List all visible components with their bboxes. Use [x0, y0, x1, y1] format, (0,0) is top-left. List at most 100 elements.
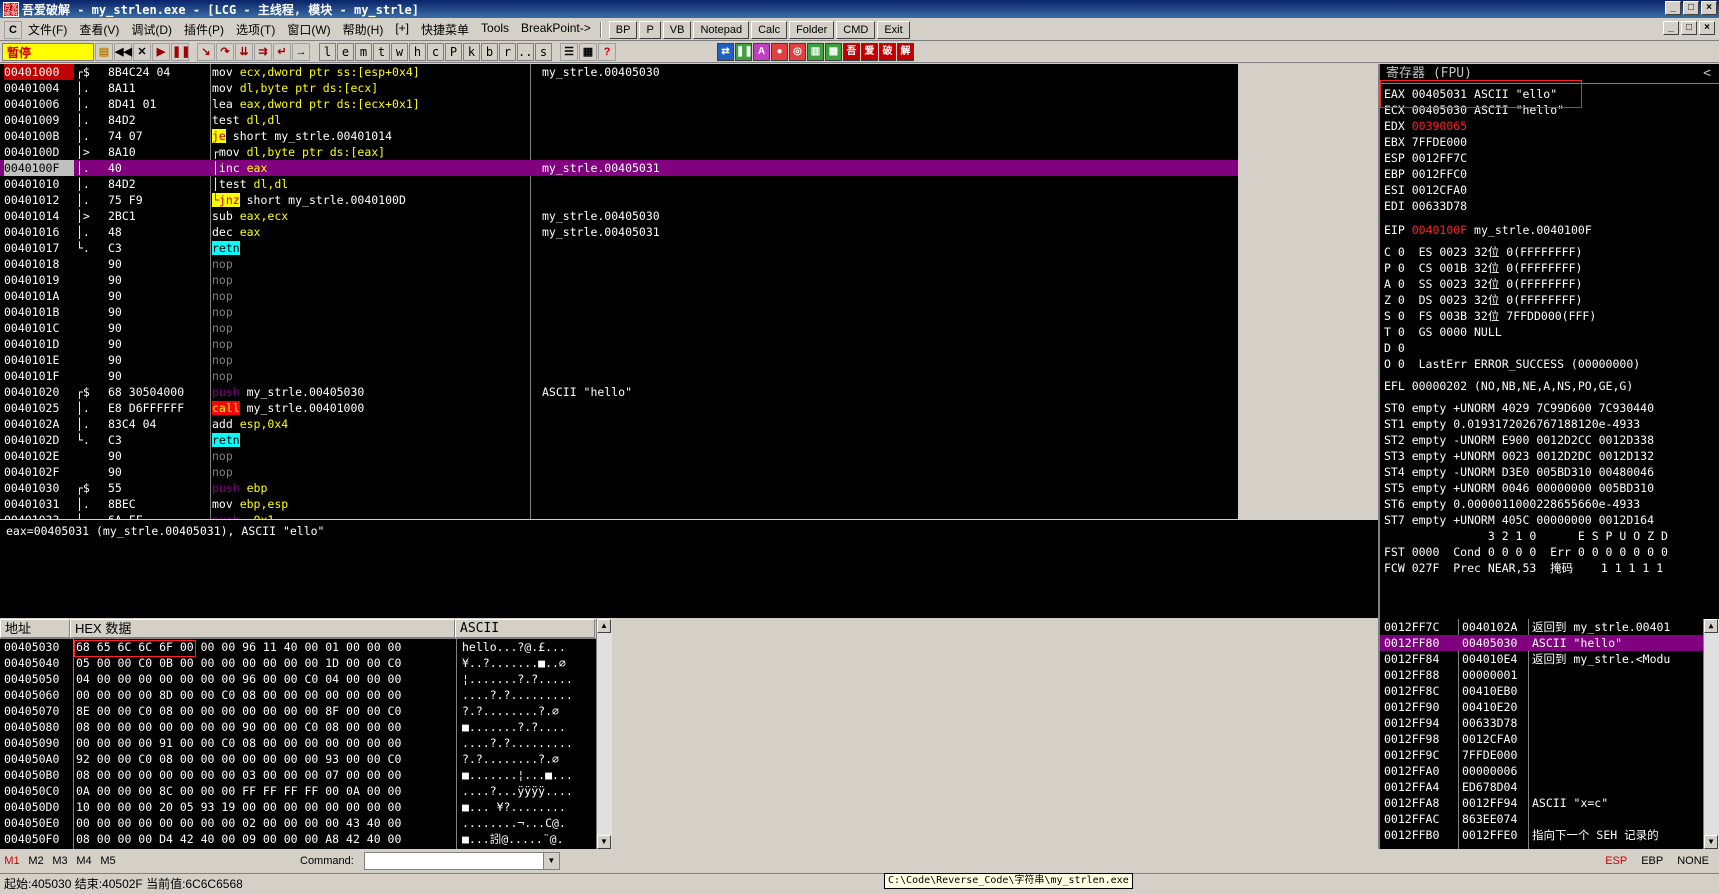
- flag-row[interactable]: O 0 LastErr ERROR_SUCCESS (00000000): [1380, 356, 1719, 372]
- register-esp[interactable]: ESP 0012FF7C: [1380, 150, 1719, 166]
- memory-tab[interactable]: M4: [72, 855, 96, 867]
- run-icon[interactable]: ▶: [152, 42, 170, 61]
- dump-col-hex[interactable]: HEX 数据: [70, 619, 455, 638]
- disasm-row[interactable]: 00401010 │. 84D2 │test dl,dl: [0, 176, 1238, 192]
- dump-row[interactable]: 004050D0 10 00 00 00 20 05 93 19 00 00 00…: [0, 799, 596, 815]
- plugin-icon-6[interactable]: ▥: [807, 42, 824, 61]
- stack-follow-tab[interactable]: ESP: [1605, 855, 1627, 867]
- fpu-row[interactable]: ST5 empty +UNORM 0046 00000000 005BD310: [1380, 480, 1719, 496]
- memory-tab[interactable]: M3: [48, 855, 72, 867]
- stack-row[interactable]: 0012FFA8 0012FF94 ASCII "x=c": [1380, 795, 1719, 811]
- register-value[interactable]: 00633D78: [1412, 199, 1467, 213]
- window-letter-button[interactable]: b: [481, 42, 498, 61]
- window-letter-button[interactable]: m: [355, 42, 372, 61]
- pause-icon[interactable]: ❚❚: [171, 42, 190, 61]
- restart-icon[interactable]: ◀◀: [114, 42, 132, 61]
- execute-till-return-icon[interactable]: ↵: [273, 42, 291, 61]
- stack-row[interactable]: 0012FF7C 0040102A 返回到 my_strle.00401: [1380, 619, 1719, 635]
- register-edi[interactable]: EDI 00633D78: [1380, 198, 1719, 214]
- dump-pane[interactable]: 00405030 68 65 6C 6C 6F 00 00 00 96 11 40…: [0, 639, 596, 849]
- stack-row[interactable]: 0012FF98 0012CFA0: [1380, 731, 1719, 747]
- options-icon[interactable]: ▦: [579, 42, 597, 61]
- window-letter-button[interactable]: s: [535, 42, 552, 61]
- dump-row[interactable]: 00405080 08 00 00 00 00 00 00 00 90 00 00…: [0, 719, 596, 735]
- child-maximize-button[interactable]: □: [1681, 21, 1697, 35]
- flag-row[interactable]: C 0 ES 0023 32位 0(FFFFFFFF): [1380, 244, 1719, 260]
- disassembly-pane[interactable]: 00401000 ┌$ 8B4C24 04 mov ecx,dword ptr ss:…: [0, 64, 1238, 519]
- disasm-row[interactable]: 00401016 │. 48 dec eax my_strle.00405031: [0, 224, 1238, 240]
- window-letter-button[interactable]: l: [319, 42, 336, 61]
- disasm-row[interactable]: 00401031 │. 8BEC mov ebp,esp: [0, 496, 1238, 512]
- plugin-icon-8[interactable]: 吾: [843, 42, 860, 61]
- register-value[interactable]: 0012FFC0: [1412, 167, 1467, 181]
- plugin-icon-7[interactable]: ▦: [825, 42, 842, 61]
- dropdown-arrow-icon[interactable]: ▼: [542, 853, 559, 869]
- trace-into-icon[interactable]: ⇊: [235, 42, 253, 61]
- register-ebx[interactable]: EBX 7FFDE000: [1380, 134, 1719, 150]
- fpu-row[interactable]: ST1 empty 0.0193172026767188120e-4933: [1380, 416, 1719, 432]
- register-value[interactable]: 00390065: [1412, 119, 1467, 133]
- collapse-icon[interactable]: <: [1703, 64, 1711, 83]
- disasm-row[interactable]: 00401030 ┌$ 55 push ebp: [0, 480, 1238, 496]
- fpu-row[interactable]: 3 2 1 0 E S P U O Z D: [1380, 528, 1719, 544]
- dump-row[interactable]: 004050F0 08 00 00 00 D4 42 40 00 09 00 00…: [0, 831, 596, 847]
- flag-row[interactable]: A 0 SS 0023 32位 0(FFFFFFFF): [1380, 276, 1719, 292]
- menu-item[interactable]: 选项(T): [230, 21, 281, 38]
- stack-follow-tab[interactable]: EBP: [1641, 855, 1663, 867]
- disasm-row[interactable]: 0040100F │. 40 │inc eax my_strle.00405031: [0, 160, 1238, 176]
- menu-item[interactable]: 调试(D): [125, 21, 178, 38]
- register-value[interactable]: 7FFDE000: [1412, 135, 1467, 149]
- quick-button[interactable]: CMD: [836, 20, 876, 39]
- dump-row[interactable]: 00405060 00 00 00 00 8D 00 00 C0 08 00 00…: [0, 687, 596, 703]
- trace-over-icon[interactable]: ⇉: [254, 42, 272, 61]
- dump-row[interactable]: 00405040 05 00 00 C0 0B 00 00 00 00 00 00…: [0, 655, 596, 671]
- window-letter-button[interactable]: r: [499, 42, 516, 61]
- disasm-row[interactable]: 0040101D 90 nop: [0, 336, 1238, 352]
- fpu-row[interactable]: ST7 empty +UNORM 405C 00000000 0012D164: [1380, 512, 1719, 528]
- disasm-row[interactable]: 00401018 90 nop: [0, 256, 1238, 272]
- window-letter-button[interactable]: w: [391, 42, 408, 61]
- dump-col-ascii[interactable]: ASCII: [455, 619, 595, 638]
- quick-button[interactable]: VB: [662, 20, 692, 39]
- cpu-window-icon[interactable]: C: [4, 20, 22, 39]
- open-icon[interactable]: ▤: [95, 42, 113, 61]
- disasm-row[interactable]: 00401000 ┌$ 8B4C24 04 mov ecx,dword ptr ss:…: [0, 64, 1238, 80]
- close-program-icon[interactable]: ✕: [133, 42, 151, 61]
- menu-item[interactable]: Tools: [475, 21, 515, 38]
- memory-tab[interactable]: M5: [96, 855, 120, 867]
- disasm-row[interactable]: 0040101B 90 nop: [0, 304, 1238, 320]
- plugin-icon-3[interactable]: A: [753, 42, 770, 61]
- efl-register[interactable]: EFL 00000202 (NO,NB,NE,A,NS,PO,GE,G): [1380, 378, 1719, 394]
- maximize-button[interactable]: □: [1683, 1, 1699, 15]
- disasm-row[interactable]: 00401004 │. 8A11 mov dl,byte ptr ds:[ecx]: [0, 80, 1238, 96]
- window-letter-button[interactable]: P: [445, 42, 462, 61]
- plugin-icon-10[interactable]: 破: [879, 42, 896, 61]
- plugin-icon-9[interactable]: 爱: [861, 42, 878, 61]
- flag-row[interactable]: D 0: [1380, 340, 1719, 356]
- window-letter-button[interactable]: t: [373, 42, 390, 61]
- register-ebp[interactable]: EBP 0012FFC0: [1380, 166, 1719, 182]
- stack-row[interactable]: 0012FFAC 863EE074: [1380, 811, 1719, 827]
- disasm-row[interactable]: 0040101A 90 nop: [0, 288, 1238, 304]
- disasm-row[interactable]: 0040101F 90 nop: [0, 368, 1238, 384]
- fpu-row[interactable]: ST0 empty +UNORM 4029 7C99D600 7C930440: [1380, 400, 1719, 416]
- menu-item[interactable]: [+]: [389, 21, 415, 38]
- register-value[interactable]: 0012FF7C: [1412, 151, 1467, 165]
- dump-col-address[interactable]: 地址: [0, 619, 70, 638]
- fpu-row[interactable]: ST3 empty +UNORM 0023 0012D2DC 0012D132: [1380, 448, 1719, 464]
- fpu-row[interactable]: ST2 empty -UNORM E900 0012D2CC 0012D338: [1380, 432, 1719, 448]
- quick-button[interactable]: Calc: [751, 20, 788, 39]
- disasm-row[interactable]: 0040102A │. 83C4 04 add esp,0x4: [0, 416, 1238, 432]
- plugin-icon-4[interactable]: ●: [771, 42, 788, 61]
- step-into-icon[interactable]: ↘: [197, 42, 215, 61]
- window-letter-button[interactable]: c: [427, 42, 444, 61]
- quick-button[interactable]: Notepad: [693, 20, 750, 39]
- disasm-row[interactable]: 00401006 │. 8D41 01 lea eax,dword ptr ds:[e…: [0, 96, 1238, 112]
- flag-row[interactable]: S 0 FS 003B 32位 7FFDD000(FFF): [1380, 308, 1719, 324]
- stack-row[interactable]: 0012FF84 004010E4 返回到 my_strle.<Modu: [1380, 651, 1719, 667]
- memory-tab[interactable]: M1: [0, 855, 24, 867]
- stack-row[interactable]: 0012FFA4 ED678D04: [1380, 779, 1719, 795]
- close-button[interactable]: ×: [1701, 1, 1717, 15]
- plugin-icon-5[interactable]: ◎: [789, 42, 806, 61]
- disasm-row[interactable]: 0040102D └. C3 retn: [0, 432, 1238, 448]
